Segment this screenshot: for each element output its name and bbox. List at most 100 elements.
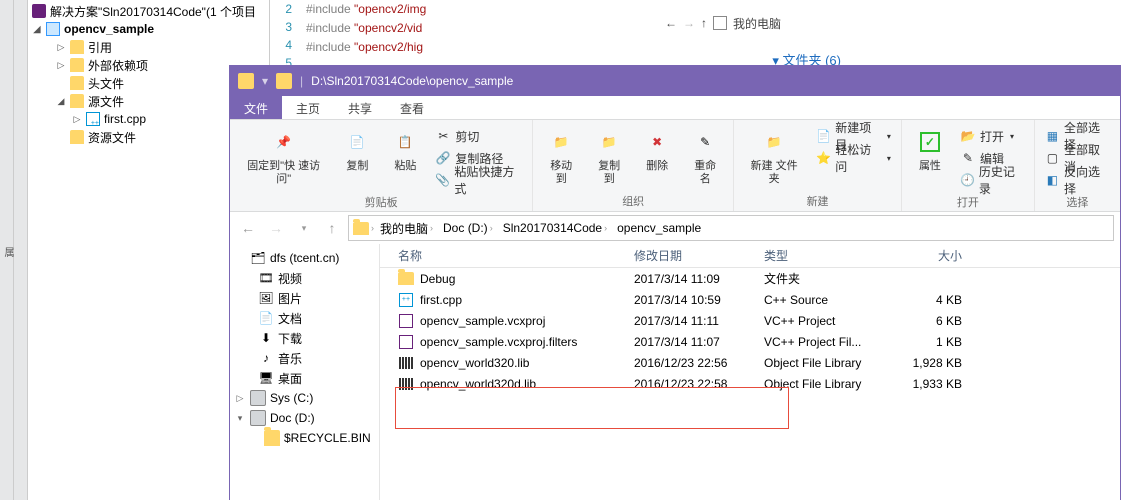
tab-view[interactable]: 查看 [386,96,438,119]
newfolder-button[interactable]: 📁新建 文件夹 [740,124,808,188]
rename-button[interactable]: ✎重命名 [683,124,727,188]
selectnone-icon: ▢ [1045,150,1060,166]
ribbon-tabs: 文件 主页 共享 查看 [230,96,1120,120]
open-group-label: 打开 [902,194,1034,212]
folder-icon [70,94,84,108]
nav-video[interactable]: 🎞视频 [230,268,379,288]
nav-back-icon[interactable]: ← [665,16,677,30]
file-type: Object File Library [764,377,892,391]
folder-icon [353,222,369,235]
pictures-icon: 🖼 [258,290,274,306]
file-icon: ++ [398,292,414,308]
col-size[interactable]: 大小 [892,247,962,264]
titlebar-path: D:\Sln20170314Code\opencv_sample [311,74,513,88]
list-row[interactable]: opencv_sample.vcxproj 2017/3/14 11:11VC++… [380,310,1120,331]
file-type: 文件夹 [764,270,892,287]
file-type: VC++ Project [764,314,892,328]
col-date[interactable]: 修改日期 [634,247,764,264]
cut-button[interactable]: ✂剪切 [431,126,526,146]
path-icon: 🔗 [435,150,451,166]
file-name: opencv_sample.vcxproj.filters [420,335,577,349]
paste-icon: 📋 [389,126,421,158]
copyto-icon: 📁 [593,126,625,158]
nav-fwd-icon[interactable]: → [683,16,695,30]
nav-music[interactable]: ♪音乐 [230,348,379,368]
file-date: 2017/3/14 11:11 [634,314,764,328]
list-header[interactable]: 名称 修改日期 类型 大小 [380,244,1120,268]
bc-docd[interactable]: Doc (D:)› [439,221,497,235]
newitem-icon: 📄 [816,128,831,144]
delete-icon: ✖ [641,126,673,158]
history-button[interactable]: 🕘历史记录 [956,170,1028,190]
file-size: 1 KB [892,335,962,349]
file-date: 2017/3/14 11:09 [634,272,764,286]
list-row[interactable]: ++first.cpp2017/3/14 10:59C++ Source4 KB [380,289,1120,310]
nav-pane: 🗂dfs (tcent.cn) 🎞视频 🖼图片 📄文档 ⬇下载 ♪音乐 🖥桌面 … [230,244,380,500]
references-node[interactable]: ▷引用 [28,38,269,56]
file-icon [398,271,414,287]
list-row[interactable]: opencv_sample.vcxproj.filters 2017/3/14 1… [380,331,1120,352]
nav-sysc[interactable]: ▷Sys (C:) [230,388,379,408]
paste-shortcut-button[interactable]: 📎粘贴快捷方式 [431,170,526,190]
nav-recent-button[interactable]: ▾ [292,216,316,240]
vs-vertical-tab[interactable]: 属 [0,0,14,500]
file-date: 2016/12/23 22:56 [634,356,764,370]
bc-sln[interactable]: Sln20170314Code› [499,221,611,235]
collapse-icon[interactable]: ◢ [32,24,42,35]
nav-up-button[interactable]: ↑ [320,216,344,240]
list-row[interactable]: opencv_world320d.lib2016/12/23 22:58Obje… [380,373,1120,394]
file-icon [398,355,414,371]
disk-icon [250,410,266,426]
file-date: 2017/3/14 11:07 [634,335,764,349]
pin-icon: 📌 [268,126,300,158]
window-folder-icon [238,73,254,89]
nav-back-button[interactable]: ← [236,216,260,240]
project-node[interactable]: ◢opencv_sample [28,20,269,38]
bc-sample[interactable]: opencv_sample [613,221,705,235]
file-size: 1,933 KB [892,377,962,391]
delete-button[interactable]: ✖删除 [635,124,679,175]
select-group-label: 选择 [1035,194,1120,212]
file-date: 2016/12/23 22:58 [634,377,764,391]
nav-dfs[interactable]: 🗂dfs (tcent.cn) [230,248,379,268]
newfolder-icon: 📁 [758,126,790,158]
copy-button[interactable]: 📄复制 [335,124,379,175]
nav-docd[interactable]: ▾Doc (D:) [230,408,379,428]
tab-file[interactable]: 文件 [230,96,282,119]
properties-button[interactable]: ✓属性 [908,124,952,175]
bc-mypc[interactable]: 我的电脑› [376,220,437,237]
pin-quickaccess-button[interactable]: 📌固定到"快 速访问" [236,124,331,188]
moveto-button[interactable]: 📁移动到 [539,124,583,188]
nav-downloads[interactable]: ⬇下载 [230,328,379,348]
invert-button[interactable]: ◧反向选择 [1041,170,1114,190]
nav-forward-button[interactable]: → [264,216,288,240]
invert-icon: ◧ [1045,172,1060,188]
desktop-icon: 🖥 [258,370,274,386]
list-row[interactable]: opencv_world320.lib2016/12/23 22:56Objec… [380,352,1120,373]
file-name: opencv_world320.lib [420,356,529,370]
nav-recycle[interactable]: $RECYCLE.BIN [230,428,379,448]
nav-pictures[interactable]: 🖼图片 [230,288,379,308]
file-name: first.cpp [420,293,462,307]
copyto-button[interactable]: 📁复制到 [587,124,631,188]
file-name: opencv_sample.vcxproj [420,314,545,328]
address-bar[interactable]: › 我的电脑› Doc (D:)› Sln20170314Code› openc… [348,215,1114,241]
titlebar[interactable]: ▾ | D:\Sln20170314Code\opencv_sample [230,66,1120,96]
solution-node[interactable]: 解决方案"Sln20170314Code"(1 个项目 [28,2,269,20]
open-button[interactable]: 📂打开▾ [956,126,1028,146]
col-type[interactable]: 类型 [764,247,892,264]
monitor-icon [713,16,727,30]
downloads-icon: ⬇ [258,330,274,346]
tab-home[interactable]: 主页 [282,96,334,119]
rename-icon: ✎ [689,126,721,158]
my-pc-label[interactable]: 我的电脑 [733,15,781,32]
list-row[interactable]: Debug2017/3/14 11:09文件夹 [380,268,1120,289]
nav-desktop[interactable]: 🖥桌面 [230,368,379,388]
tab-share[interactable]: 共享 [334,96,386,119]
nav-up-icon[interactable]: ↑ [701,16,707,30]
checkmark-icon: ✓ [914,126,946,158]
nav-documents[interactable]: 📄文档 [230,308,379,328]
paste-button[interactable]: 📋粘贴 [383,124,427,175]
easyaccess-button[interactable]: ⭐轻松访问▾ [812,148,895,168]
col-name[interactable]: 名称 [380,247,634,264]
